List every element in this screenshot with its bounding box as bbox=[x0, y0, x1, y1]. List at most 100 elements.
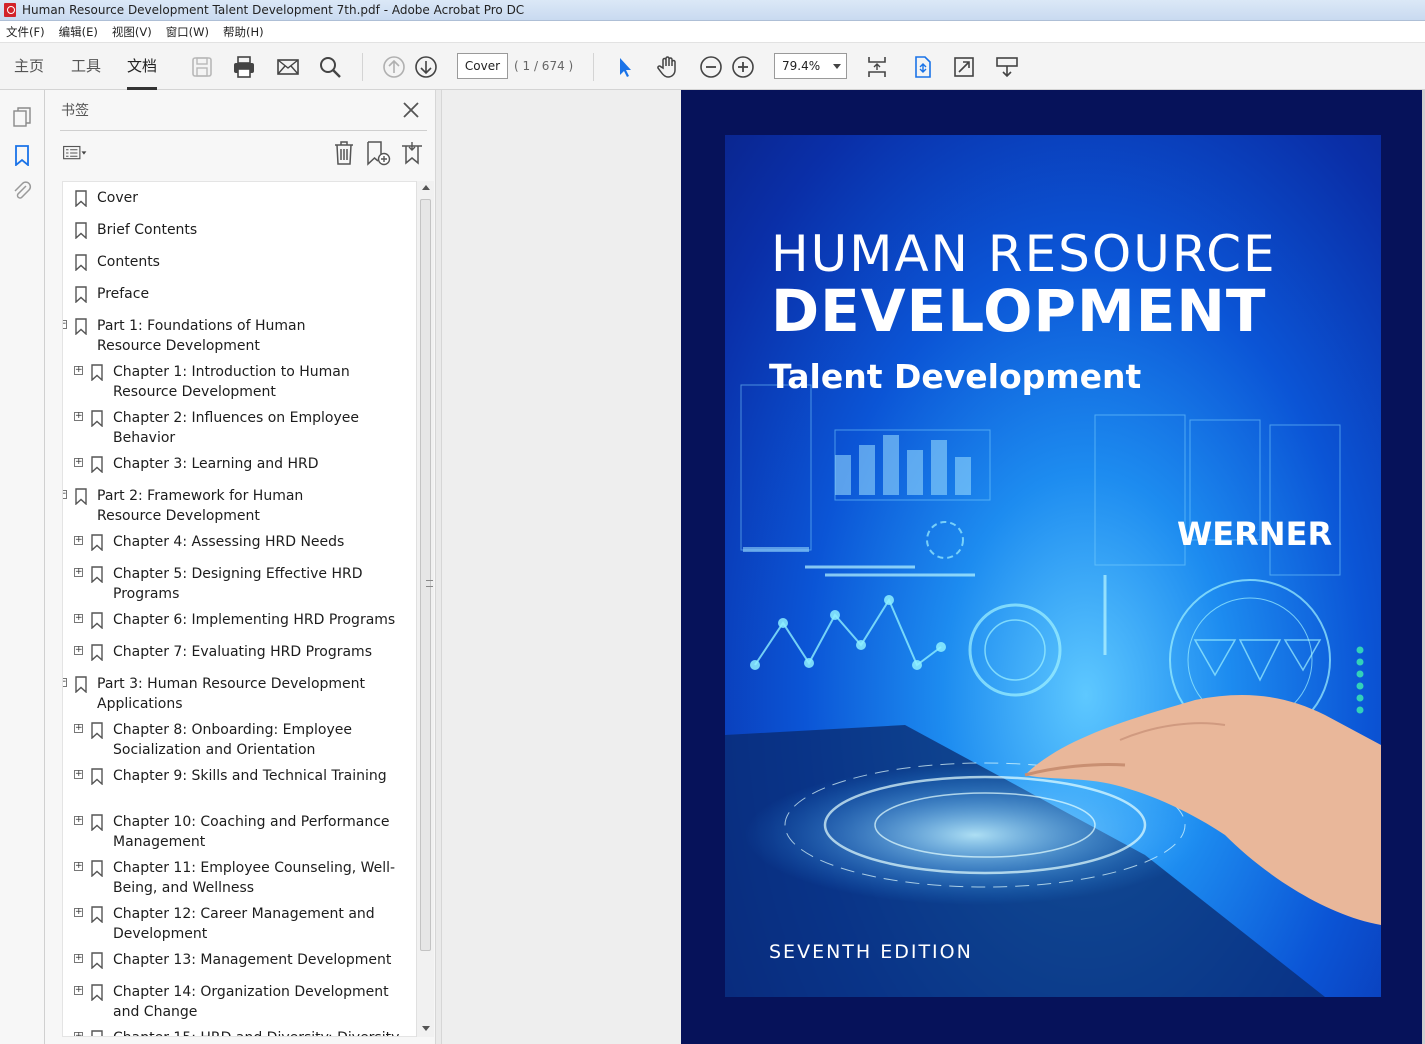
bookmark-icon bbox=[91, 860, 103, 877]
bookmark-item[interactable]: − Part 1: Foundations of Human Resource D… bbox=[63, 316, 417, 356]
bookmarks-icon[interactable] bbox=[11, 144, 33, 166]
zoom-out-icon[interactable] bbox=[699, 55, 723, 79]
window-title: Human Resource Development Talent Develo… bbox=[22, 3, 525, 17]
close-icon[interactable] bbox=[401, 100, 421, 120]
bookmark-icon bbox=[75, 676, 87, 693]
bookmark-item[interactable]: + Chapter 11: Employee Counseling, Well-B… bbox=[63, 858, 417, 898]
bookmark-icon bbox=[75, 254, 87, 271]
bookmark-item[interactable]: + Chapter 1: Introduction to Human Resour… bbox=[63, 362, 417, 402]
bookmark-item[interactable]: + Chapter 10: Coaching and Performance Ma… bbox=[63, 812, 417, 852]
document-gutter bbox=[442, 90, 681, 1044]
bookmark-label: Chapter 13: Management Development bbox=[113, 952, 392, 968]
expand-icon[interactable]: + bbox=[74, 862, 83, 871]
expand-icon[interactable]: + bbox=[74, 412, 83, 421]
scroll-down-icon[interactable] bbox=[422, 1026, 430, 1031]
bookmark-item[interactable]: − Part 3: Human Resource Development Appl… bbox=[63, 674, 417, 714]
prev-page-icon[interactable] bbox=[382, 55, 406, 79]
expand-icon[interactable]: + bbox=[74, 1032, 83, 1036]
zoom-level-select[interactable]: 79.4% bbox=[774, 53, 847, 79]
menu-edit[interactable]: 编辑(E) bbox=[59, 24, 98, 40]
collapse-icon[interactable]: − bbox=[63, 678, 67, 687]
bookmark-label: Chapter 6: Implementing HRD Programs bbox=[113, 612, 396, 628]
bookmark-item[interactable]: + Chapter 2: Influences on Employee Behav… bbox=[63, 408, 417, 448]
menu-file[interactable]: 文件(F) bbox=[6, 24, 45, 40]
print-icon[interactable] bbox=[232, 55, 256, 79]
bookmark-item[interactable]: + Chapter 15: HRD and Diversity: Diversit… bbox=[63, 1028, 417, 1036]
bookmark-item[interactable]: + Chapter 5: Designing Effective HRD Prog… bbox=[63, 564, 417, 604]
next-page-icon[interactable] bbox=[414, 55, 438, 79]
read-mode-icon[interactable] bbox=[995, 55, 1019, 79]
bookmark-icon bbox=[91, 612, 103, 629]
expand-icon[interactable]: + bbox=[74, 366, 83, 375]
options-menu-icon[interactable] bbox=[62, 140, 88, 166]
save-icon[interactable] bbox=[190, 55, 214, 79]
expand-icon[interactable]: + bbox=[74, 908, 83, 917]
bookmark-label: Chapter 2: Influences on Employee Behavi… bbox=[113, 410, 359, 446]
fit-page-icon[interactable] bbox=[910, 55, 934, 79]
tab-home[interactable]: 主页 bbox=[14, 43, 44, 90]
bookmark-label: Preface bbox=[97, 286, 150, 302]
expand-icon[interactable]: + bbox=[74, 646, 83, 655]
bookmark-icon bbox=[91, 410, 103, 427]
bookmark-item[interactable]: + Chapter 3: Learning and HRD bbox=[63, 454, 417, 474]
bookmark-item[interactable]: + Chapter 14: Organization Development an… bbox=[63, 982, 417, 1022]
collapse-icon[interactable]: − bbox=[63, 320, 67, 329]
bookmark-label: Contents bbox=[97, 254, 160, 270]
bookmark-label: Cover bbox=[97, 190, 138, 206]
bookmark-item[interactable]: + Chapter 7: Evaluating HRD Programs bbox=[63, 642, 417, 662]
email-icon[interactable] bbox=[276, 55, 300, 79]
bookmark-item[interactable]: − Part 2: Framework for Human Resource De… bbox=[63, 486, 417, 526]
expand-icon[interactable]: + bbox=[74, 816, 83, 825]
select-arrow-icon[interactable] bbox=[613, 55, 637, 79]
bookmark-item[interactable]: + Chapter 8: Onboarding: Employee Sociali… bbox=[63, 720, 417, 760]
menu-bar: 文件(F) 编辑(E) 视图(V) 窗口(W) 帮助(H) bbox=[0, 21, 1425, 42]
bookmark-item[interactable]: Brief Contents bbox=[63, 220, 417, 240]
expand-icon[interactable]: + bbox=[74, 568, 83, 577]
tab-tools[interactable]: 工具 bbox=[71, 43, 101, 90]
menu-view[interactable]: 视图(V) bbox=[112, 24, 152, 40]
scroll-up-icon[interactable] bbox=[422, 185, 430, 190]
search-icon[interactable] bbox=[318, 55, 342, 79]
document-page[interactable]: HUMAN RESOURCE DEVELOPMENT Talent Develo… bbox=[681, 90, 1422, 1044]
expand-icon[interactable]: + bbox=[74, 724, 83, 733]
bookmark-item[interactable]: Preface bbox=[63, 284, 417, 304]
bookmark-icon bbox=[91, 1030, 103, 1036]
bookmark-item[interactable]: Cover bbox=[63, 188, 417, 208]
tab-document[interactable]: 文档 bbox=[127, 43, 158, 90]
bookmarks-panel: 书签 Cover Brief Contents Contents Preface − Pa… bbox=[45, 90, 435, 1044]
menu-help[interactable]: 帮助(H) bbox=[223, 24, 264, 40]
bookmark-item[interactable]: + Chapter 4: Assessing HRD Needs bbox=[63, 532, 417, 552]
bookmark-item[interactable]: Contents bbox=[63, 252, 417, 272]
menu-window[interactable]: 窗口(W) bbox=[166, 24, 209, 40]
bookmark-item[interactable]: + Chapter 13: Management Development bbox=[63, 950, 417, 970]
bookmark-tree[interactable]: Cover Brief Contents Contents Preface − Part … bbox=[62, 181, 418, 1037]
expand-icon[interactable]: + bbox=[74, 770, 83, 779]
expand-icon[interactable]: + bbox=[74, 986, 83, 995]
scroll-mode-icon[interactable] bbox=[865, 55, 889, 79]
zoom-in-icon[interactable] bbox=[731, 55, 755, 79]
bookmark-label: Chapter 3: Learning and HRD bbox=[113, 456, 319, 472]
delete-bookmark-icon[interactable] bbox=[331, 140, 357, 166]
bookmark-label: Chapter 1: Introduction to Human Resourc… bbox=[113, 364, 350, 400]
bookmark-item[interactable]: + Chapter 12: Career Management and Devel… bbox=[63, 904, 417, 944]
expand-icon[interactable]: + bbox=[74, 458, 83, 467]
panel-divider bbox=[60, 130, 427, 131]
expand-icon[interactable]: + bbox=[74, 536, 83, 545]
collapse-icon[interactable]: − bbox=[63, 490, 67, 499]
page-number-input[interactable]: Cover bbox=[457, 53, 508, 79]
bookmark-scrollbar[interactable] bbox=[416, 181, 434, 1037]
cover-subtitle: Talent Development bbox=[769, 357, 1142, 396]
scrollbar-thumb[interactable] bbox=[420, 199, 433, 951]
hand-icon[interactable] bbox=[656, 55, 680, 79]
attachments-icon[interactable] bbox=[11, 180, 33, 202]
bookmark-label: Chapter 9: Skills and Technical Training bbox=[113, 768, 387, 784]
new-bookmark-icon[interactable] bbox=[365, 140, 391, 166]
fullscreen-icon[interactable] bbox=[952, 55, 976, 79]
bookmark-item[interactable]: + Chapter 6: Implementing HRD Programs bbox=[63, 610, 417, 630]
expand-icon[interactable]: + bbox=[74, 614, 83, 623]
panel-splitter[interactable] bbox=[435, 90, 449, 1044]
expand-bookmark-icon[interactable] bbox=[399, 140, 425, 166]
pages-icon[interactable] bbox=[11, 106, 33, 128]
expand-icon[interactable]: + bbox=[74, 954, 83, 963]
bookmark-item[interactable]: + Chapter 9: Skills and Technical Trainin… bbox=[63, 766, 417, 806]
